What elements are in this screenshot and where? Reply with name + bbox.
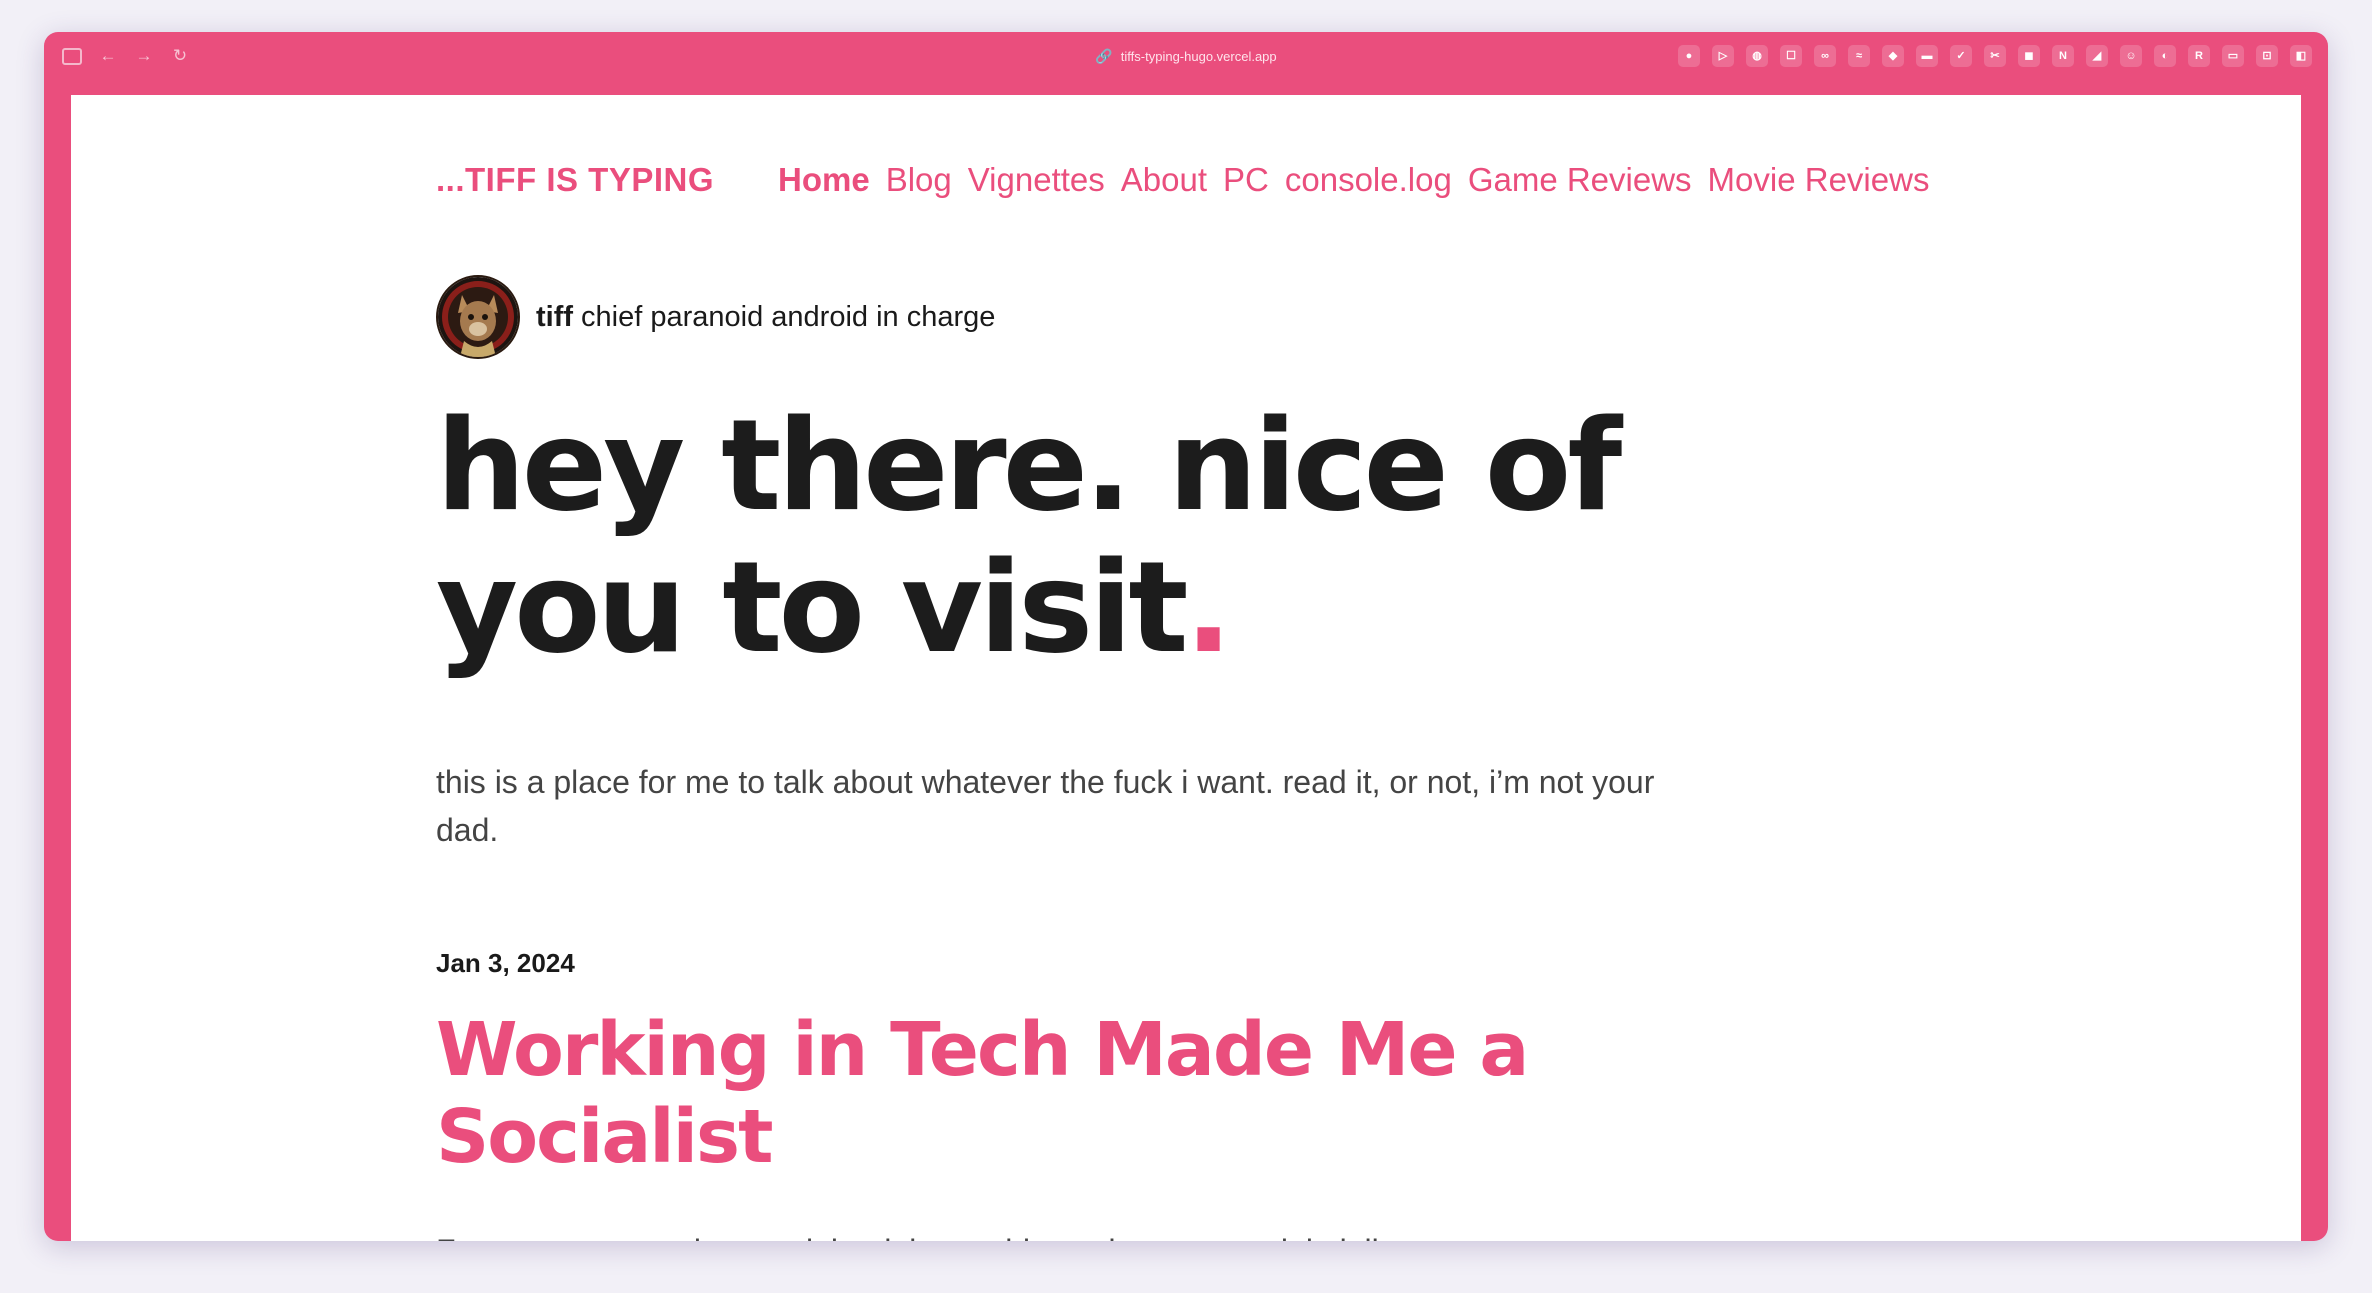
hero-line-1: hey there. nice of	[436, 392, 1622, 539]
sidebar-toggle-icon[interactable]	[62, 47, 82, 65]
extension-19-icon[interactable]: ◧	[2290, 45, 2312, 67]
extension-4-icon[interactable]: ☐	[1780, 45, 1802, 67]
extension-13-icon[interactable]: ◢	[2086, 45, 2108, 67]
site-brand-link[interactable]: ...TIFF IS TYPING	[436, 161, 714, 199]
avatar[interactable]	[436, 275, 520, 359]
author-tagline: chief paranoid android in charge	[581, 300, 996, 333]
nav-link-blog[interactable]: Blog	[886, 161, 952, 199]
extension-1-icon[interactable]: ●	[1678, 45, 1700, 67]
browser-window: ← → ↻ 🔗 tiffs-typing-hugo.vercel.app ● ▷ ◍…	[44, 32, 2328, 1241]
address-bar-url: tiffs-typing-hugo.vercel.app	[1120, 49, 1277, 64]
nav-link-movie-reviews[interactable]: Movie Reviews	[1708, 161, 1930, 199]
link-icon: 🔗	[1095, 48, 1113, 64]
extension-11-icon[interactable]: ◼	[2018, 45, 2040, 67]
extension-6-icon[interactable]: ≈	[1848, 45, 1870, 67]
extension-2-icon[interactable]: ▷	[1712, 45, 1734, 67]
back-arrow-icon[interactable]: ←	[98, 46, 118, 66]
reload-icon[interactable]: ↻	[170, 46, 190, 66]
cat-avatar-icon	[438, 277, 518, 357]
nav-link-home[interactable]: Home	[778, 161, 870, 199]
extension-17-icon[interactable]: ▭	[2222, 45, 2244, 67]
extension-8-icon[interactable]: ▬	[1916, 45, 1938, 67]
author-name: tiff	[536, 300, 574, 333]
author-byline: tiff chief paranoid android in charge	[436, 275, 995, 359]
nav-link-game-reviews[interactable]: Game Reviews	[1468, 161, 1692, 199]
post-title-link[interactable]: Working in Tech Made Me a Socialist	[436, 1007, 1736, 1181]
post-excerpt: For as many people complained the world …	[436, 1227, 1666, 1241]
extension-7-icon[interactable]: ◆	[1882, 45, 1904, 67]
extension-18-icon[interactable]: ⊡	[2256, 45, 2278, 67]
extension-10-icon[interactable]: ✂	[1984, 45, 2006, 67]
extension-9-icon[interactable]: ✓	[1950, 45, 1972, 67]
post-date: Jan 3, 2024	[436, 948, 575, 978]
site-header: ...TIFF IS TYPING Home Blog Vignettes About…	[436, 161, 1929, 199]
hero-accent-period: .	[1184, 534, 1233, 681]
nav-link-vignettes[interactable]: Vignettes	[968, 161, 1105, 199]
extension-16-icon[interactable]: R	[2188, 45, 2210, 67]
extension-12-icon[interactable]: N	[2052, 45, 2074, 67]
forward-arrow-icon[interactable]: →	[134, 46, 154, 66]
extension-3-icon[interactable]: ◍	[1746, 45, 1768, 67]
browser-toolbar: ← → ↻ 🔗 tiffs-typing-hugo.vercel.app ● ▷ ◍…	[44, 32, 2328, 88]
extension-5-icon[interactable]: ∞	[1814, 45, 1836, 67]
author-text: tiff chief paranoid android in charge	[536, 301, 995, 334]
page-viewport[interactable]: ...TIFF IS TYPING Home Blog Vignettes About…	[71, 95, 2301, 1241]
hero-heading: hey there. nice of you to visit.	[436, 392, 1622, 681]
extensions-bar: ● ▷ ◍ ☐ ∞ ≈ ◆ ▬ ✓ ✂ ◼ N ◢ ☺ ◐ R ▭ ⊡ ◧	[1678, 45, 2312, 67]
hero-line-2: you to visit	[436, 534, 1189, 681]
browser-nav-controls: ← → ↻	[62, 46, 190, 66]
site-nav: Home Blog Vignettes About PC console.log Game …	[778, 161, 1929, 199]
address-bar[interactable]: 🔗 tiffs-typing-hugo.vercel.app	[1095, 48, 1276, 65]
nav-link-pc[interactable]: PC	[1223, 161, 1269, 199]
extension-14-icon[interactable]: ☺	[2120, 45, 2142, 67]
intro-paragraph: this is a place for me to talk about wha…	[436, 764, 1655, 848]
nav-link-about[interactable]: About	[1121, 161, 1207, 199]
nav-link-console-log[interactable]: console.log	[1285, 161, 1452, 199]
extension-15-icon[interactable]: ◐	[2154, 45, 2176, 67]
